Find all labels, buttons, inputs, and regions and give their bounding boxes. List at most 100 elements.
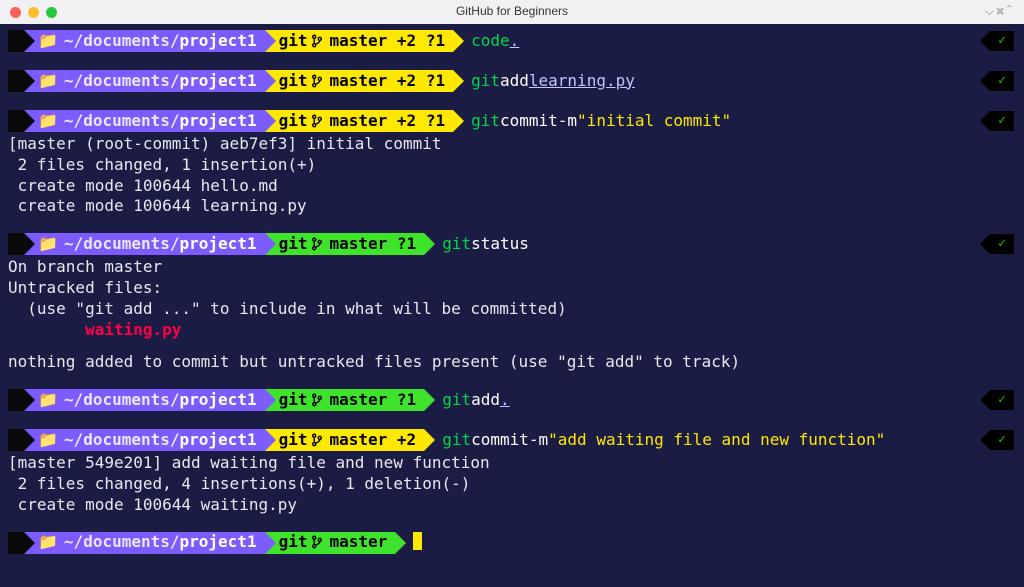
check-icon: ✓ (998, 392, 1006, 409)
folder-icon: 📁 (38, 532, 58, 551)
prompt-row: 📁~/documents/project1 git master ?1 git … (0, 231, 1024, 257)
branch-name: master (329, 111, 387, 130)
path-prefix: ~/documents/ (64, 111, 180, 130)
path-segment: 📁~/documents/project1 (24, 429, 265, 451)
branch-segment: git master ?1 (265, 389, 425, 411)
folder-icon: 📁 (38, 111, 58, 130)
check-icon: ✓ (998, 236, 1006, 253)
branch-name: master (329, 234, 387, 253)
output-line: create mode 100644 learning.py (0, 196, 1024, 217)
block-gap (0, 219, 1024, 231)
os-segment (8, 233, 24, 255)
check-icon: ✓ (998, 73, 1006, 90)
git-label: git (279, 71, 308, 90)
command: git status (442, 233, 529, 255)
window-controls-glyph: ⌵⌘⌃ (985, 4, 1014, 20)
branch-icon (311, 234, 323, 255)
check-icon: ✓ (998, 432, 1006, 449)
block-gap (0, 518, 1024, 530)
path-segment: 📁~/documents/project1 (24, 233, 265, 255)
path-prefix: ~/documents/ (64, 31, 180, 50)
cmd-sub: commit (471, 430, 529, 451)
path-segment: 📁 ~/documents/project1 (24, 110, 265, 132)
branch-segment: git master +2 ?1 (265, 30, 454, 52)
path-prefix: ~/documents/ (64, 390, 180, 409)
success-chip: ✓ (980, 31, 1014, 51)
output-line: (use "git add ..." to include in what wi… (0, 299, 1024, 320)
output-line: nothing added to commit but untracked fi… (0, 352, 1024, 373)
cmd-flag: -m (529, 430, 548, 451)
folder-icon: 📁 (38, 71, 58, 90)
cmd-program: git (442, 430, 471, 451)
git-label: git (279, 390, 308, 409)
cmd-sub: add (471, 390, 500, 411)
cmd-program: code (471, 31, 510, 52)
command: git add learning.py (471, 70, 635, 92)
cmd-flag: -m (558, 111, 577, 132)
path-project: project1 (180, 111, 257, 130)
branch-icon (311, 111, 323, 132)
branch-status: +2 ?1 (387, 71, 445, 90)
block-gap (0, 56, 1024, 68)
prompt-row: 📁~/documents/project1 git master (0, 530, 1024, 556)
check-icon: ✓ (998, 113, 1006, 130)
output-line: On branch master (0, 257, 1024, 278)
os-segment (8, 30, 24, 52)
command-block: 📁~/documents/project1 git master +2 git … (0, 427, 1024, 515)
check-icon: ✓ (998, 33, 1006, 50)
blank-line (0, 340, 1024, 352)
prompt-row: 📁 ~/documents/project1 git master +2 ?1 c… (0, 28, 1024, 54)
branch-icon (311, 71, 323, 92)
branch-icon (311, 430, 323, 451)
branch-icon (311, 390, 323, 411)
block-gap (0, 375, 1024, 387)
branch-name: master (329, 31, 387, 50)
path-segment: 📁~/documents/project1 (24, 532, 265, 554)
cmd-arg: . (510, 31, 520, 52)
folder-icon: 📁 (38, 234, 58, 253)
path-prefix: ~/documents/ (64, 234, 180, 253)
success-chip: ✓ (980, 71, 1014, 91)
output-line: 2 files changed, 1 insertion(+) (0, 155, 1024, 176)
untracked-file: waiting.py (85, 320, 181, 339)
path-segment: 📁~/documents/project1 (24, 70, 265, 92)
cmd-string: "add waiting file and new function" (548, 430, 885, 451)
branch-name: master (329, 71, 387, 90)
cmd-program: git (442, 234, 471, 255)
git-label: git (279, 532, 308, 551)
prompt-row: 📁~/documents/project1 git master +2 ?1 g… (0, 68, 1024, 94)
command-block: 📁~/documents/project1 git master ?1 git … (0, 387, 1024, 413)
folder-icon: 📁 (38, 31, 58, 50)
branch-status: ?1 (387, 234, 416, 253)
os-segment (8, 110, 24, 132)
cmd-string: "initial commit" (577, 111, 731, 132)
branch-segment: git master +2 ?1 (265, 110, 454, 132)
git-label: git (279, 234, 308, 253)
cmd-arg: . (500, 390, 510, 411)
path-project: project1 (180, 390, 257, 409)
cmd-program: git (471, 111, 500, 132)
branch-status: +2 (387, 430, 416, 449)
path-segment: 📁 ~/documents/project1 (24, 30, 265, 52)
command-block: 📁 ~/documents/project1 git master +2 ?1 c… (0, 28, 1024, 54)
git-label: git (279, 31, 308, 50)
success-chip: ✓ (980, 430, 1014, 450)
path-project: project1 (180, 532, 257, 551)
branch-name: master (329, 532, 387, 551)
output-line: waiting.py (0, 320, 1024, 341)
path-project: project1 (180, 31, 257, 50)
prompt-row: 📁~/documents/project1 git master +2 git … (0, 427, 1024, 453)
terminal-area[interactable]: 📁~/documents/project1 git master +2 ?1 c… (0, 24, 1024, 587)
branch-status: ?1 (387, 390, 416, 409)
output-line: [master 549e201] add waiting file and ne… (0, 453, 1024, 474)
command-block: 📁~/documents/project1 git master (0, 530, 1024, 556)
branch-icon (311, 31, 323, 52)
os-segment (8, 532, 24, 554)
branch-segment: git master ?1 (265, 233, 425, 255)
output-line: [master (root-commit) aeb7ef3] initial c… (0, 134, 1024, 155)
folder-icon: 📁 (38, 390, 58, 409)
branch-name: master (329, 430, 387, 449)
path-segment: 📁 ~/documents/project1 (24, 389, 265, 411)
success-chip: ✓ (980, 234, 1014, 254)
success-chip: ✓ (980, 111, 1014, 131)
